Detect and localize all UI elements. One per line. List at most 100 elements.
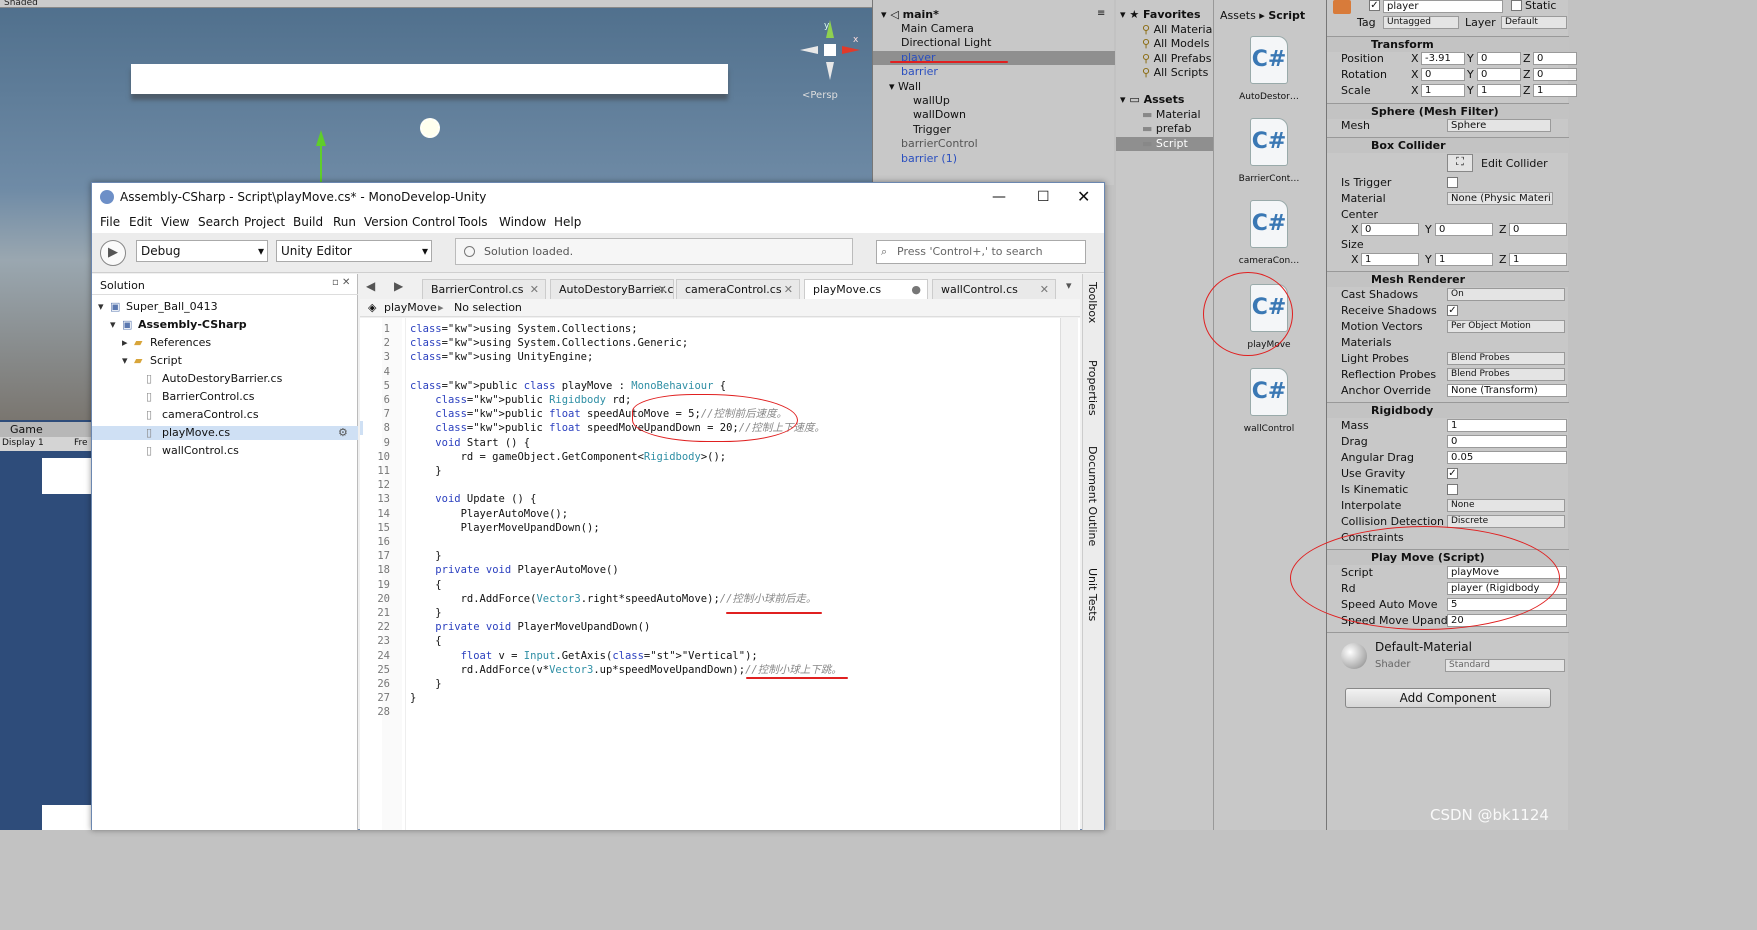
center-x-field[interactable]: 0 — [1361, 223, 1419, 236]
solution-tree-item[interactable]: ▯ cameraControl.cs — [92, 408, 358, 422]
asset-folder[interactable]: ▬ Material — [1116, 108, 1213, 122]
field-value[interactable]: 1 — [1447, 419, 1567, 432]
tab-close-icon[interactable]: ✕ — [658, 280, 667, 299]
breadcrumb-script[interactable]: Script — [1268, 9, 1305, 22]
menu-item[interactable]: Run — [333, 215, 356, 229]
display-select[interactable]: Display 1 — [2, 438, 44, 448]
object-name-field[interactable]: player — [1383, 0, 1503, 13]
editor-tab[interactable]: cameraControl.cs ✕ — [676, 279, 800, 299]
expand-arrow-icon[interactable]: ▸ — [122, 336, 134, 350]
field-value[interactable]: Discrete — [1447, 515, 1565, 528]
projection-label[interactable]: <Persp — [802, 90, 838, 101]
size-z-field[interactable]: 1 — [1509, 253, 1567, 266]
transform-rotation-x-field[interactable]: 0 — [1421, 68, 1465, 81]
layer-select[interactable]: Default — [1501, 16, 1567, 29]
edit-collider-button[interactable]: ⛶ — [1447, 154, 1473, 172]
hierarchy-item[interactable]: barrier (1) — [873, 152, 1115, 166]
hierarchy-item[interactable]: wallDown — [873, 108, 1115, 122]
scene-wall-object[interactable] — [131, 64, 728, 94]
tab-close-icon[interactable]: ✕ — [784, 280, 793, 299]
menu-item[interactable]: Search — [198, 215, 239, 229]
solution-tree-item[interactable]: ▯ wallControl.cs — [92, 444, 358, 458]
game-tab[interactable]: Game — [0, 422, 92, 438]
checkbox-unchecked[interactable] — [1447, 484, 1458, 495]
assets-header[interactable]: ▾ ▭ Assets — [1120, 93, 1184, 107]
favorite-item[interactable]: ⚲ All Materia — [1142, 23, 1212, 37]
editor-scrollbar[interactable] — [1060, 318, 1078, 830]
field-value[interactable]: None (Transform) — [1447, 384, 1567, 397]
solution-tree-item[interactable]: ▯ BarrierControl.cs — [92, 390, 358, 404]
tab-scroll-left-icon[interactable]: ◀ — [366, 279, 375, 293]
move-gizmo-y-axis[interactable] — [320, 146, 322, 186]
search-input[interactable]: ⌕ Press 'Control+,' to search — [876, 240, 1086, 264]
rigidbody-header[interactable]: Rigidbody — [1327, 402, 1569, 418]
menu-item[interactable]: Help — [554, 215, 581, 229]
unit-tests-pad-tab[interactable]: Unit Tests — [1086, 568, 1099, 621]
scene-root[interactable]: ▾ ◁ main* — [881, 8, 1123, 22]
document-outline-pad-tab[interactable]: Document Outline — [1086, 446, 1099, 546]
checkbox-checked[interactable]: ✓ — [1447, 305, 1458, 316]
checkbox-checked[interactable]: ✓ — [1447, 468, 1458, 479]
menu-item[interactable]: Window — [499, 215, 546, 229]
solution-tree-item[interactable]: ▯ playMove.cs ⚙ — [92, 426, 358, 440]
box-collider-header[interactable]: Box Collider — [1327, 137, 1569, 153]
center-y-field[interactable]: 0 — [1435, 223, 1493, 236]
editor-tab[interactable]: wallControl.cs ✕ — [932, 279, 1056, 299]
hierarchy-item[interactable]: barrier — [873, 65, 1115, 79]
asset-folder[interactable]: ▬ prefab — [1116, 122, 1213, 136]
tab-scroll-right-icon[interactable]: ▶ — [394, 279, 403, 293]
properties-pad-tab[interactable]: Properties — [1086, 360, 1099, 416]
size-x-field[interactable]: 1 — [1361, 253, 1419, 266]
solution-tree-item[interactable]: ▾ ▰ Script — [92, 354, 358, 368]
menu-item[interactable]: Build — [293, 215, 323, 229]
mesh-renderer-header[interactable]: Mesh Renderer — [1327, 271, 1569, 287]
hierarchy-item[interactable]: Directional Light — [873, 36, 1115, 50]
solution-tree-item[interactable]: ▸ ▰ References — [92, 336, 358, 350]
mesh-filter-header[interactable]: Sphere (Mesh Filter) — [1327, 103, 1569, 119]
favorite-item[interactable]: ⚲ All Prefabs — [1142, 52, 1212, 66]
expand-arrow-icon[interactable]: ▾ — [98, 300, 110, 314]
move-gizmo-y-arrow-icon[interactable] — [316, 130, 326, 146]
transform-rotation-z-field[interactable]: 0 — [1533, 68, 1577, 81]
expand-arrow-icon[interactable]: ▾ — [889, 80, 898, 93]
field-value[interactable]: Blend Probes — [1447, 368, 1565, 381]
script-asset-label[interactable]: BarrierCont… — [1229, 174, 1309, 184]
shader-select[interactable]: Standard — [1445, 659, 1565, 672]
csharp-script-icon[interactable]: C# — [1250, 36, 1288, 84]
hierarchy-item[interactable]: Main Camera — [873, 22, 1115, 36]
static-checkbox[interactable] — [1511, 0, 1522, 11]
transform-scale-x-field[interactable]: 1 — [1421, 84, 1465, 97]
csharp-script-icon[interactable]: C# — [1250, 200, 1288, 248]
scene-orientation-gizmo-icon[interactable]: y x — [798, 18, 862, 82]
expand-arrow-icon[interactable]: ▾ — [110, 318, 122, 332]
hierarchy-menu-icon[interactable]: ≡ — [1097, 8, 1105, 19]
configuration-select[interactable]: Debug ▾ — [136, 240, 268, 262]
field-value[interactable]: None — [1447, 499, 1565, 512]
menu-item[interactable]: Version Control — [364, 215, 455, 229]
favorite-item[interactable]: ⚲ All Models — [1142, 37, 1209, 51]
script-asset-label[interactable]: wallControl — [1229, 424, 1309, 434]
menu-item[interactable]: View — [161, 215, 189, 229]
transform-header[interactable]: Transform — [1327, 36, 1569, 52]
toolbox-pad-tab[interactable]: Toolbox — [1086, 282, 1099, 323]
transform-position-y-field[interactable]: 0 — [1477, 52, 1521, 65]
breadcrumb-assets[interactable]: Assets — [1220, 9, 1256, 22]
solution-tree-item[interactable]: ▾ ▣ Super_Ball_0413 — [92, 300, 358, 314]
active-checkbox[interactable]: ✓ — [1369, 0, 1380, 11]
menu-item[interactable]: File — [100, 215, 120, 229]
menu-item[interactable]: Tools — [458, 215, 488, 229]
aspect-select[interactable]: Fre — [74, 438, 88, 448]
run-button[interactable]: ▶ — [100, 240, 126, 266]
solution-tree-item[interactable]: ▾ ▣ Assembly-CSharp — [92, 318, 358, 332]
maximize-icon[interactable]: ☐ — [1037, 183, 1050, 211]
editor-tab[interactable]: AutoDestoryBarrier.cs ✕ — [550, 279, 674, 299]
transform-position-z-field[interactable]: 0 — [1533, 52, 1577, 65]
is-trigger-checkbox[interactable] — [1447, 177, 1458, 188]
close-icon[interactable]: ✕ — [1077, 183, 1090, 211]
transform-position-x-field[interactable]: -3.91 — [1421, 52, 1465, 65]
csharp-script-icon[interactable]: C# — [1250, 118, 1288, 166]
tab-list-icon[interactable]: ▾ — [1066, 279, 1072, 292]
window-title-bar[interactable]: Assembly-CSharp - Script\playMove.cs* - … — [92, 183, 1104, 211]
gear-icon[interactable]: ⚙ — [338, 426, 348, 440]
transform-scale-z-field[interactable]: 1 — [1533, 84, 1577, 97]
